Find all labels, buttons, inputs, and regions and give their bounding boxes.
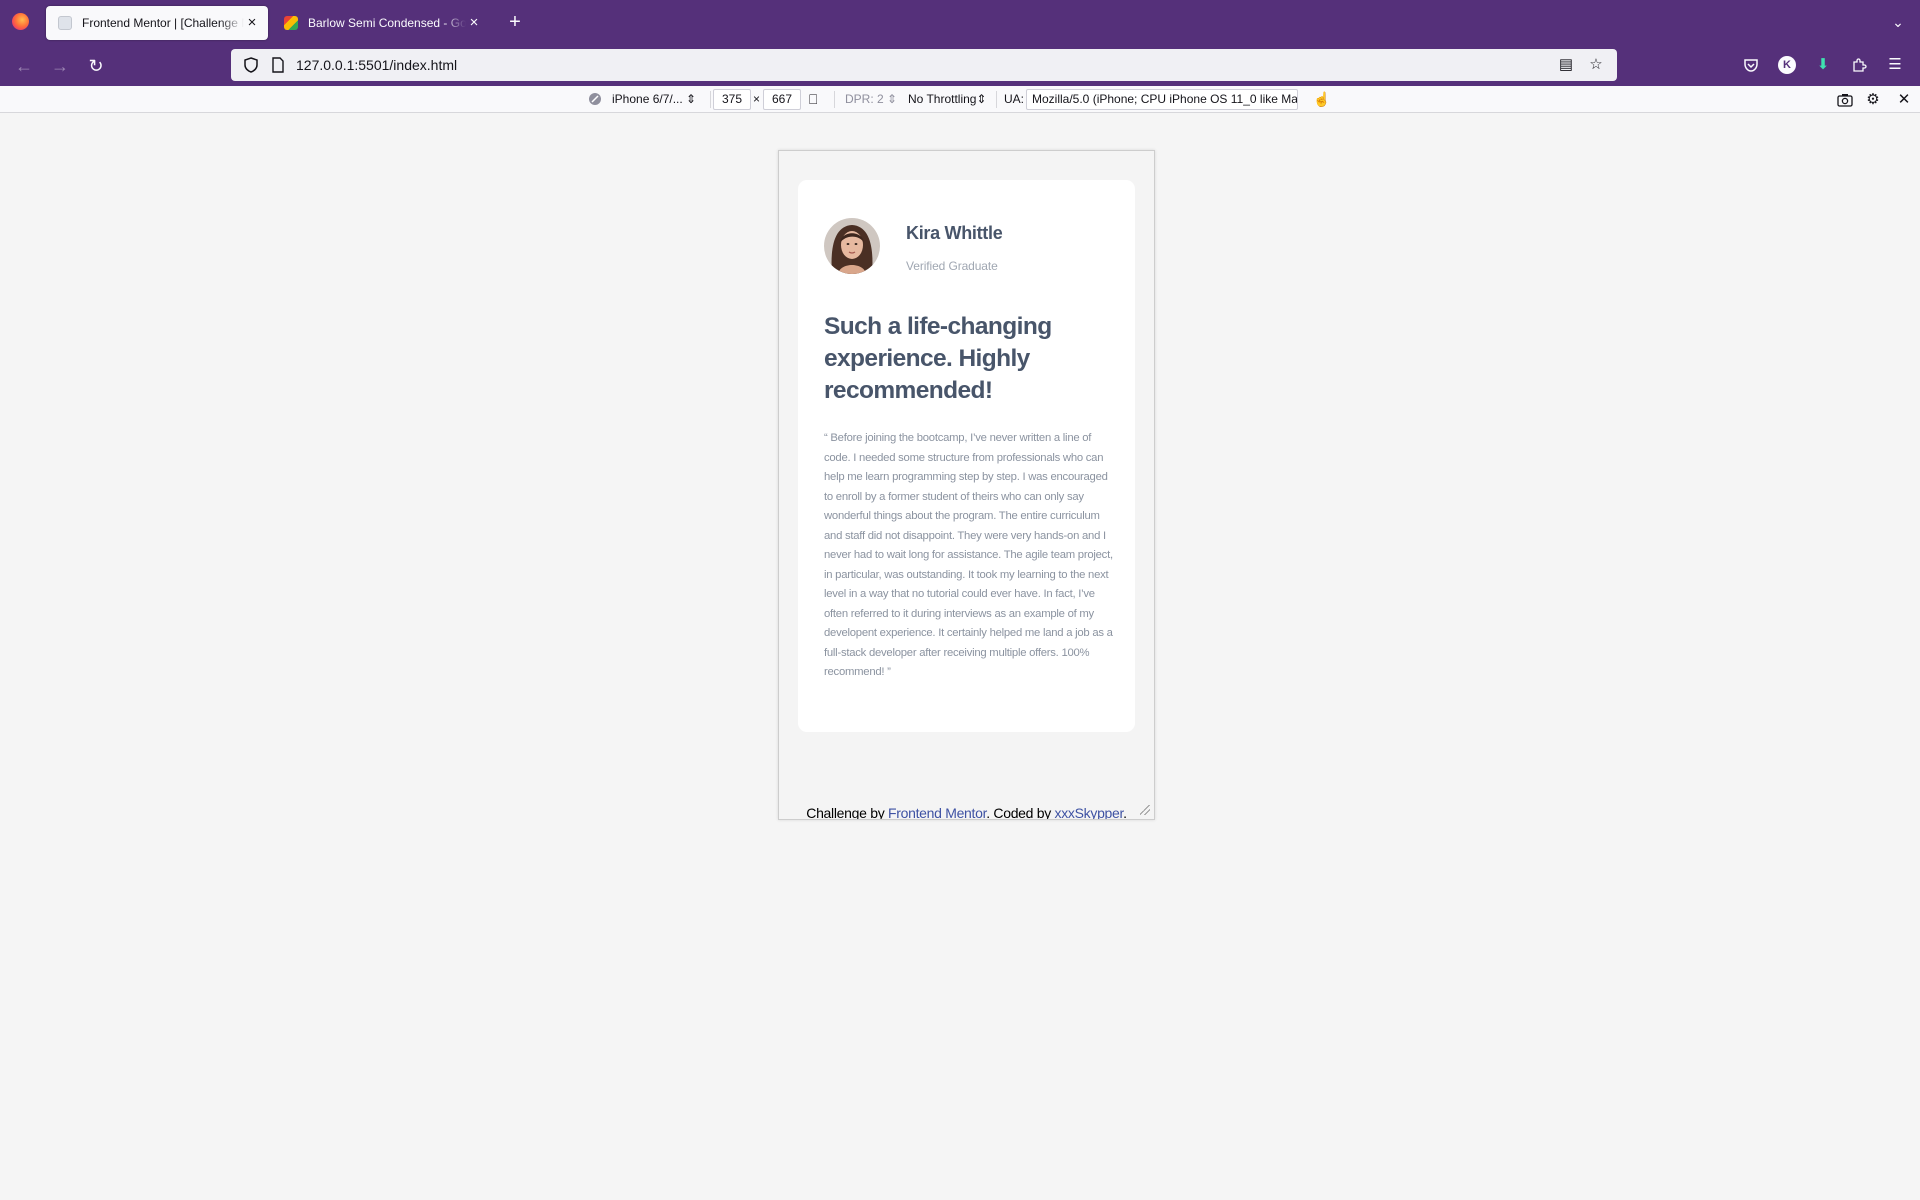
tab-title: Frontend Mentor | [Challenge Name Here] — [82, 16, 244, 30]
camera-icon[interactable] — [1835, 90, 1855, 109]
dpr-selector[interactable]: DPR: 2 ⇕ — [845, 90, 897, 109]
person-name: Kira Whittle — [906, 223, 1003, 243]
device-viewport: Kira Whittle Verified Graduate Such a li… — [778, 150, 1155, 820]
viewport-resize-handle[interactable] — [1140, 805, 1150, 815]
selector-arrows-icon: ⇕ — [883, 92, 898, 106]
testimonial-quote: “ Before joining the bootcamp, I’ve neve… — [824, 432, 1113, 678]
page-info-icon[interactable] — [271, 57, 285, 73]
person-info: Kira Whittle Verified Graduate — [906, 218, 1003, 273]
separator — [996, 91, 997, 108]
close-icon[interactable]: ✕ — [1894, 90, 1914, 109]
firefox-icon[interactable] — [12, 13, 29, 30]
gear-icon[interactable]: ⚙ — [1863, 90, 1883, 109]
url-text[interactable]: 127.0.0.1:5501/index.html — [296, 57, 1557, 73]
url-bar[interactable]: 127.0.0.1:5501/index.html ▤ ☆ — [231, 49, 1617, 81]
star-icon[interactable]: ☆ — [1587, 56, 1605, 74]
download-arrow-icon[interactable]: ⬇ — [1812, 54, 1834, 76]
testimonial-headline: Such a life-changing experience. Highly … — [824, 313, 1052, 404]
viewport-height-input[interactable]: 667 — [763, 89, 801, 110]
reload-icon[interactable]: ↻ — [82, 52, 110, 80]
frontend-mentor-favicon-icon — [58, 16, 72, 30]
pocket-icon[interactable] — [1740, 54, 1762, 76]
touch-hand-icon[interactable]: ☝ — [1312, 90, 1332, 109]
throttling-selector[interactable]: No Throttling⇕ — [908, 90, 987, 109]
back-arrow-icon[interactable]: ← — [10, 52, 38, 80]
device-selector[interactable]: iPhone 6/7/... ⇕ — [612, 90, 696, 109]
account-avatar-icon[interactable]: K — [1778, 56, 1796, 74]
forward-arrow-icon[interactable]: → — [46, 52, 74, 80]
tab-google-fonts[interactable]: Barlow Semi Condensed - Google Fonts × — [272, 6, 490, 40]
frontend-mentor-link[interactable]: Frontend Mentor — [888, 805, 987, 819]
close-tab-icon[interactable]: × — [244, 15, 260, 31]
rotate-viewport-icon[interactable]: ⎕ — [809, 90, 829, 109]
user-agent-input[interactable]: Mozilla/5.0 (iPhone; CPU iPhone OS 11_0 … — [1026, 89, 1298, 110]
testimonial-card: Kira Whittle Verified Graduate Such a li… — [798, 180, 1135, 732]
tab-strip: Frontend Mentor | [Challenge Name Here] … — [0, 0, 1920, 44]
puzzle-icon[interactable] — [1848, 54, 1870, 76]
attribution-middle: . Coded by — [986, 805, 1055, 820]
hamburger-menu-icon[interactable]: ☰ — [1884, 54, 1906, 76]
throttling-label: No Throttling — [908, 92, 977, 106]
dimension-times-sign: × — [753, 92, 761, 106]
tab-title: Barlow Semi Condensed - Google Fonts — [308, 16, 466, 30]
person-role: Verified Graduate — [906, 259, 998, 273]
selector-arrows-icon: ⇕ — [682, 92, 697, 106]
tracking-shield-icon[interactable] — [244, 57, 258, 73]
viewport-width-input[interactable]: 375 — [713, 89, 751, 110]
user-agent-label: UA: — [1004, 92, 1025, 106]
profile: Kira Whittle Verified Graduate — [824, 218, 1109, 274]
reader-view-icon[interactable]: ▤ — [1557, 56, 1575, 74]
attribution-prefix: Challenge by — [806, 805, 888, 820]
new-tab-plus-icon[interactable]: + — [503, 10, 527, 34]
close-tab-icon[interactable]: × — [466, 15, 482, 31]
tab-frontend-mentor[interactable]: Frontend Mentor | [Challenge Name Here] … — [46, 6, 268, 40]
attribution-suffix: . — [1123, 805, 1127, 820]
list-all-tabs-chevron-icon[interactable]: ⌄ — [1888, 12, 1908, 32]
responsive-design-toolbar: iPhone 6/7/... ⇕ 375 × 667 ⎕ DPR: 2 ⇕ No… — [0, 86, 1920, 113]
attribution: Challenge by Frontend Mentor. Coded by x… — [779, 805, 1154, 820]
avatar — [824, 218, 880, 274]
separator — [710, 91, 711, 108]
selector-arrows-icon: ⇕ — [976, 92, 987, 106]
google-fonts-favicon-icon — [284, 16, 298, 30]
author-link[interactable]: xxxSkypper — [1055, 805, 1124, 819]
separator — [834, 91, 835, 108]
navigation-toolbar: ← → ↻ 127.0.0.1:5501/index.html ▤ ☆ K ⬇ … — [0, 44, 1920, 86]
dpr-label: DPR: 2 — [845, 92, 884, 106]
device-selector-label: iPhone 6/7/... — [612, 92, 683, 106]
device-icon — [588, 90, 604, 109]
